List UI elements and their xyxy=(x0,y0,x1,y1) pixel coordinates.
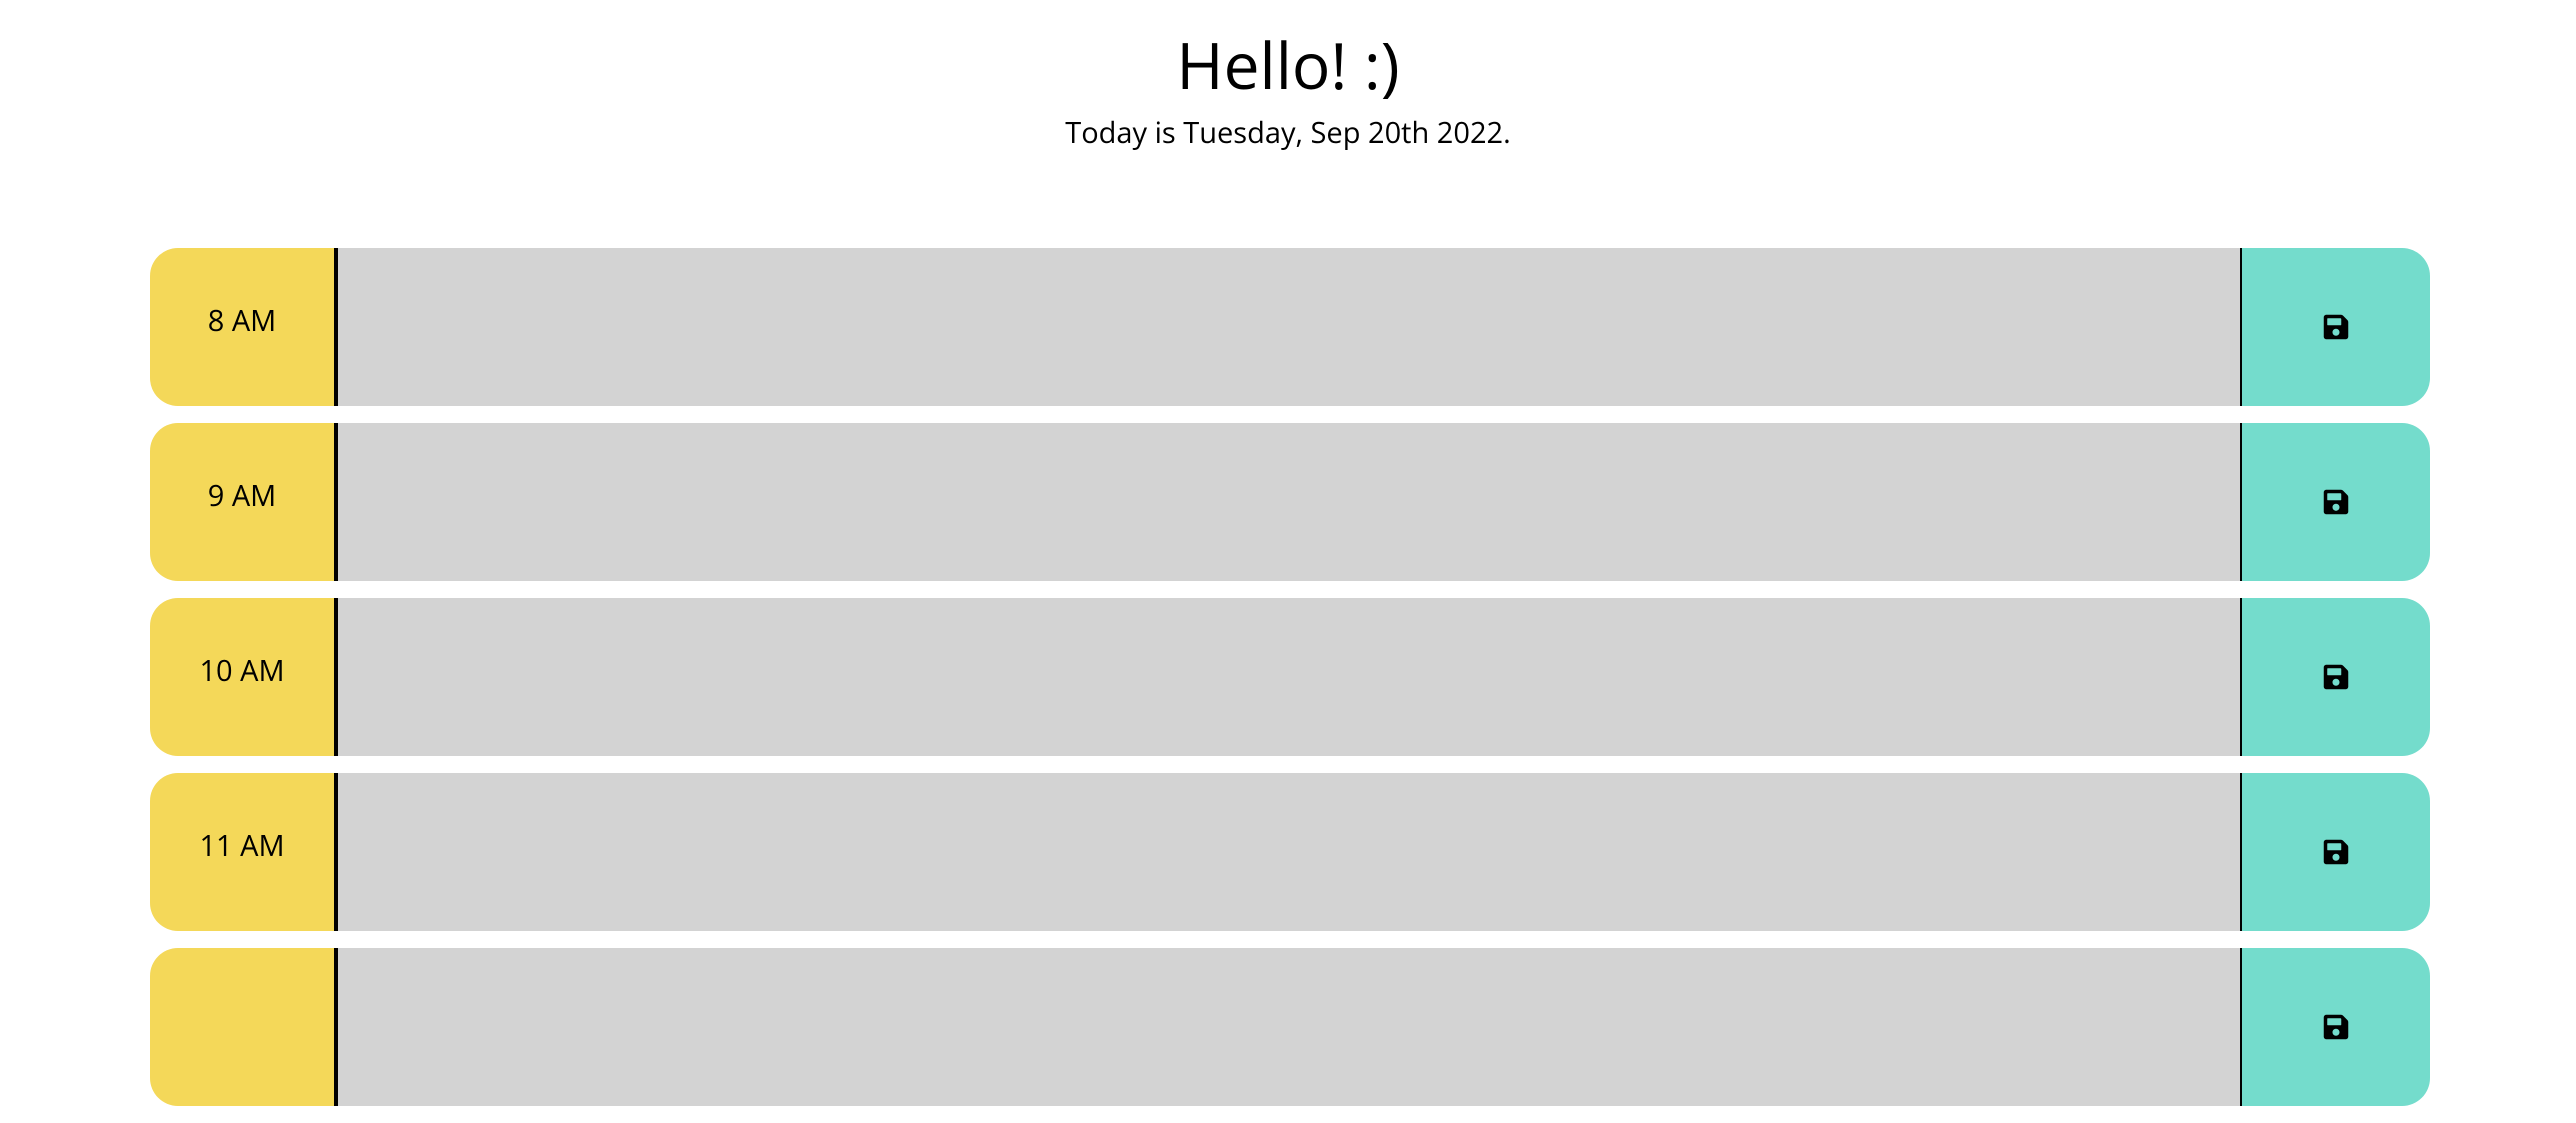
time-block-row: 10 AM xyxy=(150,598,2430,756)
time-block-row xyxy=(150,948,2430,1106)
time-block-row: 11 AM xyxy=(150,773,2430,931)
hour-label: 9 AM xyxy=(207,475,277,515)
event-description-input[interactable] xyxy=(338,423,2242,581)
time-block-row: 9 AM xyxy=(150,423,2430,581)
save-button[interactable] xyxy=(2242,773,2430,931)
current-date: Today is Tuesday, Sep 20th 2022. xyxy=(1065,113,1511,152)
hour-label: 8 AM xyxy=(207,300,277,340)
event-description-input[interactable] xyxy=(338,248,2242,406)
save-button[interactable] xyxy=(2242,948,2430,1106)
save-button[interactable] xyxy=(2242,423,2430,581)
floppy-disk-icon xyxy=(2323,664,2349,690)
hour-label-cell: 9 AM xyxy=(150,423,338,581)
hour-label: 10 AM xyxy=(199,650,285,690)
hour-label-cell: 8 AM xyxy=(150,248,338,406)
page-title: Hello! :) xyxy=(1176,21,1400,108)
hour-label-cell xyxy=(150,948,338,1106)
event-description-input[interactable] xyxy=(338,948,2242,1106)
time-block-row: 8 AM xyxy=(150,248,2430,406)
floppy-disk-icon xyxy=(2323,1014,2349,1040)
floppy-disk-icon xyxy=(2323,489,2349,515)
save-button[interactable] xyxy=(2242,248,2430,406)
hour-label-cell: 11 AM xyxy=(150,773,338,931)
time-block-list: 8 AM 9 AM 10 AM 11 AM xyxy=(150,248,2430,1123)
floppy-disk-icon xyxy=(2323,839,2349,865)
hour-label-cell: 10 AM xyxy=(150,598,338,756)
event-description-input[interactable] xyxy=(338,598,2242,756)
hour-label: 11 AM xyxy=(199,825,285,865)
save-button[interactable] xyxy=(2242,598,2430,756)
event-description-input[interactable] xyxy=(338,773,2242,931)
floppy-disk-icon xyxy=(2323,314,2349,340)
